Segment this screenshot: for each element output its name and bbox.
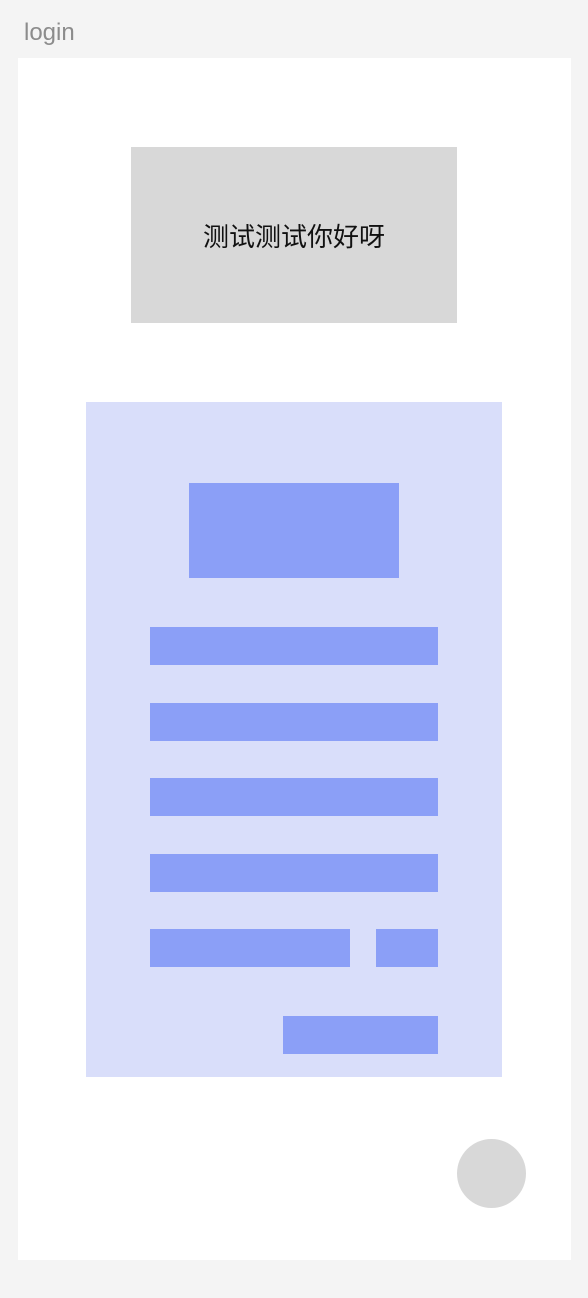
input-field-4[interactable] [150,854,438,892]
login-panel [86,402,502,1077]
verification-code-button[interactable] [376,929,438,967]
input-field-2[interactable] [150,703,438,741]
banner: 测试测试你好呀 [131,147,457,323]
artboard: 测试测试你好呀 [18,58,571,1260]
input-field-1[interactable] [150,627,438,665]
floating-action-button[interactable] [457,1139,526,1208]
banner-text: 测试测试你好呀 [202,222,385,253]
page-label: login [24,19,75,46]
input-field-3[interactable] [150,778,438,816]
logo-placeholder [189,483,399,578]
input-field-5[interactable] [150,929,350,967]
submit-button[interactable] [283,1016,438,1054]
